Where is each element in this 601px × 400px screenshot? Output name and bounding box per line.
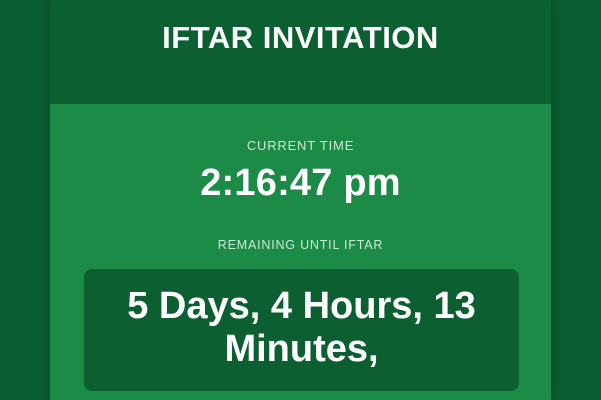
page-title: IFTAR INVITATION (162, 20, 439, 55)
countdown-content: CURRENT TIME 2:16:47 pm REMAINING UNTIL … (50, 104, 551, 400)
remaining-label: REMAINING UNTIL IFTAR (217, 238, 384, 252)
remaining-countdown-box: 5 Days, 4 Hours, 13 Minutes, (84, 269, 519, 391)
current-time-label: CURRENT TIME (246, 138, 355, 153)
current-time-value: 2:16:47 pm (200, 162, 401, 204)
invitation-card: IFTAR INVITATION CURRENT TIME 2:16:47 pm… (50, 0, 551, 400)
invitation-header: IFTAR INVITATION (50, 0, 551, 104)
iftar-invitation-page: IFTAR INVITATION CURRENT TIME 2:16:47 pm… (0, 0, 601, 400)
remaining-countdown-value: 5 Days, 4 Hours, 13 Minutes, (127, 285, 476, 370)
